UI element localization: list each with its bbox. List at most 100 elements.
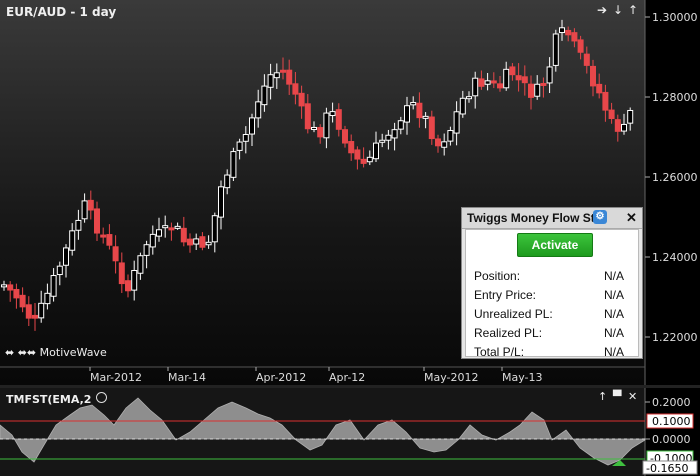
candle-body <box>329 111 336 117</box>
candle-body <box>583 53 590 66</box>
candle-body <box>112 246 119 262</box>
date-tick-label: Apr-12 <box>329 371 365 384</box>
candle-body <box>435 138 441 147</box>
candle-body <box>497 83 503 89</box>
strategy-panel-title: Twiggs Money Flow Strategy <box>467 211 607 225</box>
position-row: Position: N/A <box>474 269 632 285</box>
candle-body <box>236 141 243 151</box>
current-value-badge-text: -0.1650 <box>646 462 688 475</box>
candle-body <box>69 230 76 251</box>
candle-body <box>286 69 293 85</box>
candle-body <box>391 129 398 139</box>
candle-body <box>242 134 249 142</box>
candle-body <box>441 141 448 148</box>
candle-body <box>7 284 14 291</box>
candle-body <box>348 141 355 154</box>
row-value: N/A <box>603 307 624 321</box>
candle-body <box>478 78 485 87</box>
candle-body <box>621 123 627 132</box>
candle-body <box>230 151 237 178</box>
pane-up-icon[interactable]: ↑ <box>598 390 607 403</box>
candle-body <box>484 80 491 85</box>
candle-body <box>546 66 553 84</box>
date-tick-label: Mar-14 <box>168 371 206 384</box>
candle-body <box>267 74 274 88</box>
candle-body <box>472 77 479 97</box>
pane-close-icon[interactable]: ✕ <box>628 390 637 403</box>
row-label: Position: <box>474 269 521 283</box>
candle-body <box>255 101 262 119</box>
candle-body <box>602 91 609 111</box>
candle-body <box>509 66 516 76</box>
candle-body <box>156 229 162 237</box>
date-tick-label: May-2012 <box>424 371 479 384</box>
pane-separator[interactable] <box>0 385 700 388</box>
candle-body <box>571 32 578 42</box>
date-tick-label: May-13 <box>502 371 543 384</box>
candle-body <box>174 225 181 229</box>
trading-chart-window: 1.30000 1.28000 1.26000 1.24000 1.22000 … <box>0 0 700 476</box>
candle-body <box>422 115 429 119</box>
row-value: N/A <box>603 269 624 283</box>
candle-body <box>224 174 231 189</box>
candle-body <box>397 120 404 130</box>
settings-icon[interactable]: ⚙ <box>593 210 607 224</box>
price-tick-label: 1.28000 <box>652 91 698 104</box>
unrealized-pl-row: Unrealized PL: N/A <box>474 307 632 323</box>
realized-pl-row: Realized PL: N/A <box>474 326 632 342</box>
strategy-panel[interactable]: Twiggs Money Flow Strategy ⚙ ✕ Activate … <box>461 207 643 359</box>
candle-body <box>385 134 392 141</box>
candle-body <box>87 199 94 211</box>
watermark-label: MotiveWave <box>39 346 107 359</box>
candle-body <box>193 238 200 245</box>
candle-body <box>218 186 224 218</box>
candle-body <box>273 72 280 79</box>
candle-body <box>552 33 559 66</box>
date-tick-label: Mar-2012 <box>90 371 142 384</box>
candle-body <box>304 103 311 130</box>
close-icon[interactable]: ✕ <box>626 208 637 228</box>
indicator-tick-label: 0.2000 <box>652 396 691 409</box>
price-tick-label: 1.22000 <box>652 331 698 344</box>
activate-button[interactable]: Activate <box>517 233 593 257</box>
arrow-down-icon[interactable]: ↓ <box>613 3 623 17</box>
candle-body <box>32 314 38 319</box>
strategy-panel-titlebar[interactable]: Twiggs Money Flow Strategy ⚙ ✕ <box>462 208 642 229</box>
watermark: ⬌ ⬌⬌ MotiveWave <box>5 346 107 359</box>
pan-arrows-icon[interactable]: ⬌ ⬌⬌ <box>5 346 36 359</box>
candle-body <box>168 227 175 231</box>
candle-body <box>577 39 584 53</box>
price-tick-label: 1.24000 <box>652 251 698 264</box>
candle-body <box>627 109 634 124</box>
scroll-right-icon[interactable]: ➔ <box>597 3 607 17</box>
indicator-settings-icon[interactable] <box>96 392 108 403</box>
candle-body <box>379 139 386 143</box>
candle-body <box>211 215 218 243</box>
arrow-up-icon[interactable]: ↑ <box>628 3 638 17</box>
candle-body <box>44 292 51 305</box>
candle-body <box>50 275 57 297</box>
candle-body <box>515 75 522 81</box>
candle-body <box>205 241 212 246</box>
price-axis-background <box>645 0 700 385</box>
candle-body <box>410 102 417 106</box>
candle-body <box>143 244 150 256</box>
candle-body <box>63 247 69 266</box>
indicator-title-text: TMFST(EMA,2 <box>6 393 96 406</box>
candle-body <box>366 156 373 163</box>
candle-body <box>503 68 510 89</box>
total-pl-row: Total P/L: N/A <box>474 345 632 361</box>
candle-body <box>453 111 460 134</box>
row-label: Total P/L: <box>474 345 525 359</box>
candle-body <box>416 102 423 119</box>
row-label: Realized PL: <box>474 326 543 340</box>
pane-maximize-icon[interactable]: ▀ <box>613 390 621 403</box>
candle-body <box>360 158 367 164</box>
candle-body <box>137 255 144 274</box>
row-value: N/A <box>603 326 624 340</box>
candle-body <box>131 270 138 291</box>
candle-body <box>94 208 100 234</box>
candle-body <box>180 227 187 243</box>
candle-body <box>81 200 88 220</box>
candle-body <box>534 83 541 97</box>
